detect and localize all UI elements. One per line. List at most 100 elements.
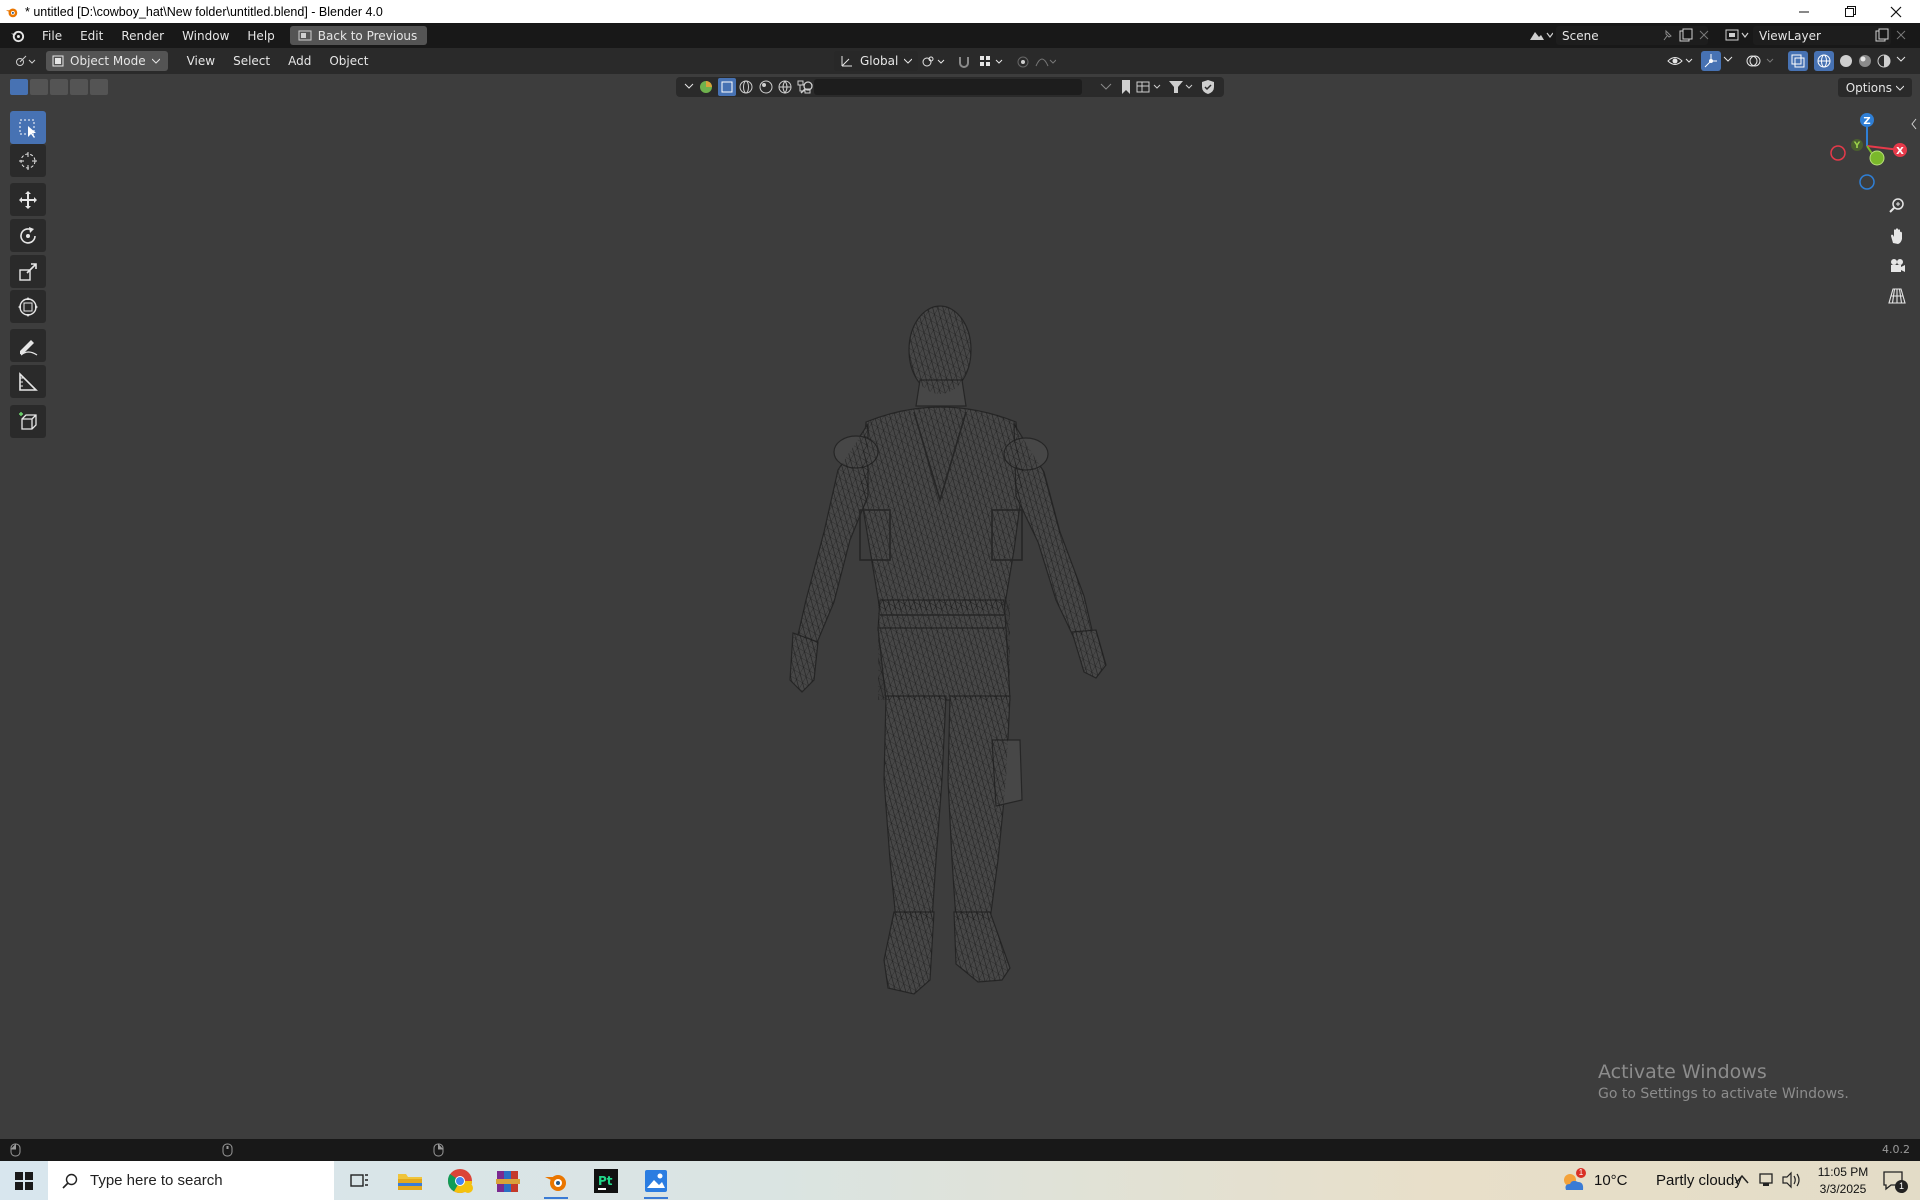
chevron-down-icon[interactable] bbox=[1723, 56, 1733, 64]
shield-icon[interactable] bbox=[1200, 79, 1216, 95]
options-dropdown[interactable]: Options bbox=[1837, 78, 1912, 97]
clock-date[interactable]: 3/3/2025 bbox=[1808, 1182, 1878, 1196]
materials-icon[interactable] bbox=[758, 79, 774, 95]
menu-select[interactable]: Select bbox=[224, 54, 279, 68]
menu-view[interactable]: View bbox=[178, 54, 224, 68]
volume-icon[interactable] bbox=[1781, 1171, 1801, 1189]
camera-view-button[interactable] bbox=[1883, 252, 1911, 280]
photos-taskbar-icon[interactable] bbox=[634, 1165, 678, 1199]
snap-toggle-icon[interactable] bbox=[957, 54, 971, 69]
pan-view-button[interactable] bbox=[1883, 222, 1911, 250]
delete-view-layer-icon[interactable] bbox=[1895, 29, 1907, 41]
world-icon[interactable] bbox=[777, 79, 793, 95]
move-tool[interactable] bbox=[10, 183, 46, 216]
3d-viewport-icon bbox=[16, 55, 36, 66]
gizmo-y-axis[interactable] bbox=[1869, 150, 1885, 166]
notification-center-button[interactable]: 1 bbox=[1877, 1167, 1913, 1195]
chrome-taskbar-icon[interactable] bbox=[438, 1165, 482, 1197]
new-view-layer-icon[interactable] bbox=[1874, 28, 1889, 43]
network-icon[interactable] bbox=[1758, 1172, 1774, 1188]
overlays-icon[interactable] bbox=[1745, 53, 1775, 69]
menu-file[interactable]: File bbox=[33, 29, 71, 43]
start-button[interactable] bbox=[0, 1161, 48, 1200]
solid-sphere-icon[interactable] bbox=[1838, 53, 1854, 69]
proportional-editing-icon[interactable] bbox=[1016, 54, 1056, 69]
pycharm-taskbar-icon[interactable]: Pt bbox=[584, 1165, 628, 1197]
view-layer-mode-button[interactable] bbox=[718, 78, 736, 96]
taskbar-search-box[interactable]: Type here to search bbox=[48, 1161, 334, 1200]
measure-tool[interactable] bbox=[10, 365, 46, 398]
rendered-sphere-icon[interactable] bbox=[1876, 53, 1892, 69]
minimize-button[interactable] bbox=[1781, 0, 1827, 23]
menu-window[interactable]: Window bbox=[173, 29, 238, 43]
object-mode-dropdown[interactable]: Object Mode bbox=[46, 51, 168, 71]
outliner-search-input[interactable] bbox=[800, 79, 1082, 95]
clock-time[interactable]: 11:05 PM bbox=[1808, 1165, 1878, 1179]
window-title: * untitled [D:\cowboy_hat\New folder\unt… bbox=[25, 4, 383, 19]
new-scene-icon[interactable] bbox=[1678, 28, 1693, 43]
file-explorer-taskbar-icon[interactable] bbox=[388, 1165, 432, 1197]
wireframe-character-model[interactable] bbox=[700, 300, 1180, 1000]
delete-scene-icon[interactable] bbox=[1698, 29, 1710, 41]
snap-target-icon[interactable] bbox=[978, 54, 1006, 69]
weather-condition[interactable]: Partly cloudy bbox=[1656, 1172, 1742, 1189]
editor-type-button[interactable] bbox=[8, 51, 42, 71]
select-box-tool[interactable] bbox=[10, 111, 46, 144]
gizmo-neg-z-axis[interactable] bbox=[1859, 174, 1875, 190]
back-to-previous-button[interactable]: Back to Previous bbox=[289, 26, 428, 45]
tool-settings-row: Options bbox=[0, 74, 1920, 100]
pin-icon[interactable] bbox=[1661, 29, 1673, 42]
task-view-button[interactable] bbox=[338, 1165, 382, 1197]
chevron-down-icon[interactable] bbox=[1100, 82, 1112, 92]
menu-render[interactable]: Render bbox=[112, 29, 173, 43]
select-mode-extend[interactable] bbox=[30, 79, 48, 95]
xray-toggle-button[interactable] bbox=[1788, 51, 1808, 71]
display-mode-icon[interactable] bbox=[1136, 79, 1164, 95]
cursor-tool[interactable] bbox=[10, 144, 46, 177]
shading-wireframe-button[interactable] bbox=[1814, 51, 1834, 71]
menu-object[interactable]: Object bbox=[320, 54, 377, 68]
wire-sphere-icon[interactable] bbox=[738, 79, 754, 95]
blender-taskbar-icon[interactable] bbox=[534, 1165, 578, 1199]
select-mode-intersect[interactable] bbox=[90, 79, 108, 95]
selectability-visibility-icon[interactable] bbox=[1666, 53, 1694, 69]
select-mode-new[interactable] bbox=[10, 79, 28, 95]
pivot-point-icon[interactable] bbox=[921, 54, 947, 69]
close-button[interactable] bbox=[1873, 0, 1919, 23]
scene-collection-icon[interactable] bbox=[698, 79, 714, 95]
restore-button[interactable] bbox=[1827, 0, 1873, 23]
menu-add[interactable]: Add bbox=[279, 54, 320, 68]
material-sphere-icon[interactable] bbox=[1857, 53, 1873, 69]
bookmark-icon[interactable] bbox=[1120, 79, 1132, 95]
menu-edit[interactable]: Edit bbox=[71, 29, 112, 43]
orientation-axes-icon bbox=[841, 56, 852, 67]
rotate-tool[interactable] bbox=[10, 219, 46, 252]
annotate-tool[interactable] bbox=[10, 329, 46, 362]
scene-selector-icon[interactable] bbox=[1527, 28, 1553, 43]
sidebar-toggle-icon[interactable] bbox=[1910, 118, 1918, 130]
chevron-down-icon bbox=[904, 58, 913, 64]
select-mode-invert[interactable] bbox=[70, 79, 88, 95]
windows-logo-icon bbox=[15, 1171, 33, 1190]
view-layer-selector-icon[interactable] bbox=[1724, 28, 1750, 43]
view-layer-field[interactable]: ViewLayer bbox=[1753, 26, 1891, 45]
chevron-up-icon[interactable] bbox=[1735, 1173, 1749, 1187]
scale-tool[interactable] bbox=[10, 255, 46, 288]
perspective-toggle-button[interactable] bbox=[1883, 282, 1911, 310]
navigation-gizmo[interactable]: Z X Y bbox=[1820, 108, 1910, 194]
zoom-view-button[interactable] bbox=[1883, 192, 1911, 220]
gizmo-toggle-button[interactable] bbox=[1701, 51, 1721, 71]
transform-orientation-dropdown[interactable]: Global bbox=[834, 51, 919, 71]
chevron-down-icon[interactable] bbox=[684, 83, 694, 91]
blender-menu-icon[interactable] bbox=[10, 28, 25, 43]
menu-help[interactable]: Help bbox=[238, 29, 283, 43]
weather-widget-icon[interactable]: 1 bbox=[1560, 1168, 1586, 1194]
gizmo-neg-x-axis[interactable] bbox=[1830, 145, 1846, 161]
winrar-taskbar-icon[interactable] bbox=[486, 1165, 530, 1197]
select-mode-subtract[interactable] bbox=[50, 79, 68, 95]
weather-temperature[interactable]: 10°C bbox=[1594, 1172, 1628, 1189]
filter-icon[interactable] bbox=[1168, 79, 1196, 95]
add-cube-tool[interactable] bbox=[10, 405, 46, 438]
transform-tool[interactable] bbox=[10, 290, 46, 323]
chevron-down-icon[interactable] bbox=[1896, 56, 1906, 64]
